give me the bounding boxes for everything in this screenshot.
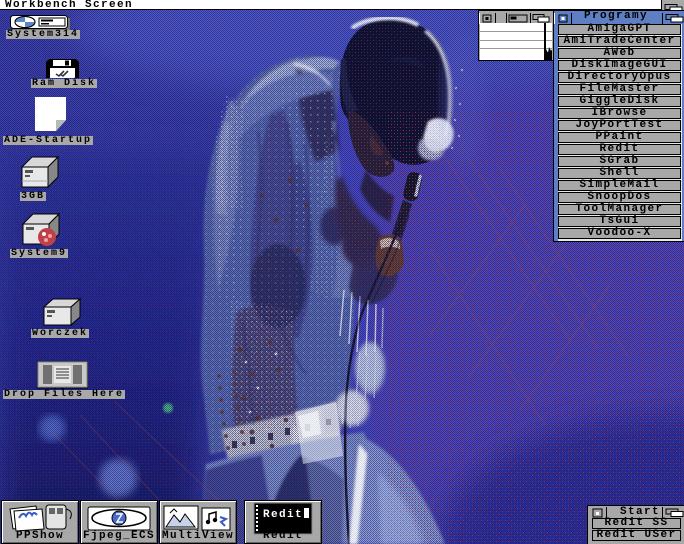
svg-text:Redit: Redit: [263, 509, 303, 521]
